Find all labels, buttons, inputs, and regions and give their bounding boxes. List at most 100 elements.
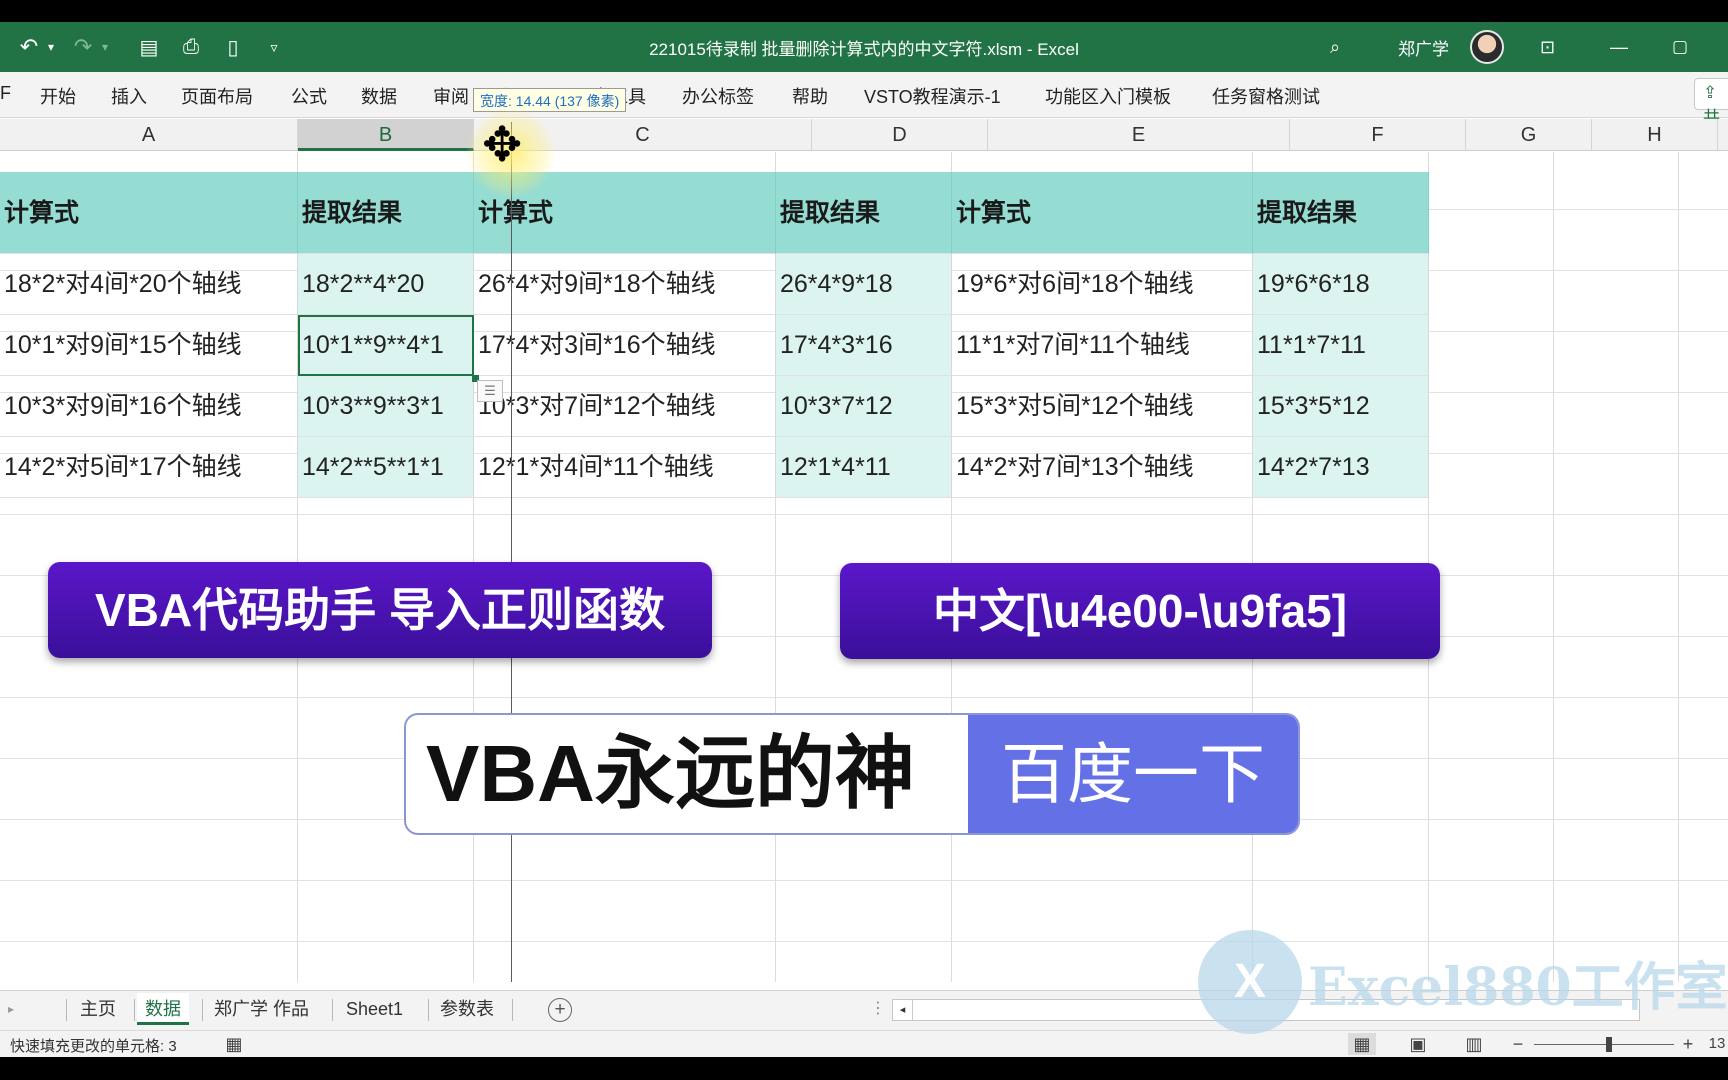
search-icon[interactable]: ⌕ bbox=[1330, 32, 1340, 62]
user-name: 郑广学 bbox=[1398, 39, 1449, 59]
result-cell[interactable]: 19*6*6*18 bbox=[1253, 254, 1429, 315]
divider bbox=[202, 999, 203, 1021]
search-button: 百度一下 bbox=[968, 715, 1298, 833]
result-cell[interactable]: 14*2**5**1*1 bbox=[298, 437, 474, 498]
sheet-tab-params[interactable]: 参数表 bbox=[432, 993, 502, 1025]
column-header-b[interactable]: B bbox=[298, 119, 474, 151]
column-width-tooltip: 宽度: 14.44 (137 像素) bbox=[473, 88, 627, 112]
zoom-slider-track[interactable] bbox=[1534, 1044, 1674, 1045]
split-handle-icon[interactable]: ⋮ bbox=[862, 993, 894, 1025]
sheet-tab-home[interactable]: 主页 bbox=[72, 993, 124, 1025]
redo-icon[interactable]: ↷ bbox=[68, 33, 98, 61]
column-header-e[interactable]: E bbox=[988, 119, 1290, 151]
search-box-overlay: VBA永远的神 百度一下 bbox=[404, 713, 1300, 835]
tab-ribbon-template[interactable]: 功能区入门模板 bbox=[1045, 83, 1171, 109]
result-cell[interactable]: 10*3**9**3*1 bbox=[298, 376, 474, 437]
tab-page-layout[interactable]: 页面布局 bbox=[181, 83, 253, 109]
formula-cell[interactable]: 15*3*对5间*12个轴线 bbox=[952, 376, 1253, 437]
banner-regex: 中文[\u4e00-\u9fa5] bbox=[840, 563, 1440, 659]
maximize-icon[interactable]: ▢ bbox=[1672, 32, 1688, 62]
column-header-a[interactable]: A bbox=[0, 119, 298, 151]
formula-cell[interactable]: 26*4*对9间*18个轴线 bbox=[474, 254, 776, 315]
divider bbox=[512, 999, 513, 1021]
quick-print-icon[interactable]: ⎙ bbox=[176, 33, 206, 61]
formula-cell[interactable]: 18*2*对4间*20个轴线 bbox=[0, 254, 298, 315]
print-preview-icon[interactable]: ▤ bbox=[134, 33, 164, 61]
header-cell[interactable]: 提取结果 bbox=[1253, 172, 1429, 254]
redo-dropdown-icon[interactable]: ▾ bbox=[98, 33, 112, 61]
gridline bbox=[1553, 152, 1554, 982]
title-bar: ↶ ▾ ↷ ▾ ▤ ⎙ ▯ ▿ 221015待录制 批量删除计算式内的中文字符.… bbox=[0, 22, 1728, 72]
tab-help[interactable]: 帮助 bbox=[792, 83, 828, 109]
sheet-tab-works[interactable]: 郑广学 作品 bbox=[206, 993, 317, 1025]
excel-window: ↶ ▾ ↷ ▾ ▤ ⎙ ▯ ▿ 221015待录制 批量删除计算式内的中文字符.… bbox=[0, 22, 1728, 1057]
formula-cell[interactable]: 14*2*对7间*13个轴线 bbox=[952, 437, 1253, 498]
column-headers: A B C D E F G H bbox=[0, 119, 1728, 151]
result-cell[interactable]: 26*4*9*18 bbox=[776, 254, 952, 315]
share-button[interactable]: ⇪ 共 bbox=[1694, 78, 1728, 127]
new-file-icon[interactable]: ▯ bbox=[218, 33, 248, 61]
search-query-text: VBA永远的神 bbox=[426, 729, 915, 818]
result-cell[interactable]: 15*3*5*12 bbox=[1253, 376, 1429, 437]
result-cell[interactable]: 14*2*7*13 bbox=[1253, 437, 1429, 498]
result-cell[interactable]: 18*2**4*20 bbox=[298, 254, 474, 315]
tab-taskpane-test[interactable]: 任务窗格测试 bbox=[1212, 83, 1320, 109]
minimize-icon[interactable]: — bbox=[1610, 32, 1628, 62]
tab-formulas[interactable]: 公式 bbox=[291, 83, 327, 109]
result-cell[interactable]: 17*4*3*16 bbox=[776, 315, 952, 376]
column-resize-cursor: ✥ bbox=[466, 108, 556, 198]
ribbon-tab-file-edge[interactable]: F bbox=[0, 83, 11, 104]
flash-fill-options-icon[interactable]: ☰ bbox=[477, 380, 503, 402]
zoom-slider-thumb[interactable] bbox=[1606, 1037, 1612, 1052]
customize-toolbar-icon[interactable]: ▿ bbox=[262, 33, 286, 61]
column-header-d[interactable]: D bbox=[812, 119, 988, 151]
header-cell[interactable]: 计算式 bbox=[0, 172, 298, 254]
result-cell[interactable]: 10*3*7*12 bbox=[776, 376, 952, 437]
avatar bbox=[1470, 30, 1504, 64]
formula-cell[interactable]: 12*1*对4间*11个轴线 bbox=[474, 437, 776, 498]
add-sheet-icon[interactable]: + bbox=[548, 998, 572, 1022]
tab-review[interactable]: 审阅 bbox=[433, 83, 469, 109]
formula-cell[interactable]: 17*4*对3间*16个轴线 bbox=[474, 315, 776, 376]
column-header-g[interactable]: G bbox=[1466, 119, 1592, 151]
resize-arrows-icon: ✥ bbox=[482, 119, 523, 172]
share-icon: ⇪ bbox=[1703, 83, 1718, 102]
divider bbox=[428, 999, 429, 1021]
header-cell[interactable]: 提取结果 bbox=[776, 172, 952, 254]
formula-cell[interactable]: 10*3*对7间*12个轴线 bbox=[474, 376, 776, 437]
watermark: X Excel880工作室 bbox=[1198, 927, 1728, 1037]
window-title: 221015待录制 批量删除计算式内的中文字符.xlsm - Excel bbox=[649, 40, 1079, 59]
column-header-f[interactable]: F bbox=[1290, 119, 1466, 151]
result-cell[interactable]: 12*1*4*11 bbox=[776, 437, 952, 498]
result-cell[interactable]: 11*1*7*11 bbox=[1253, 315, 1429, 376]
tab-office-tab[interactable]: 办公标签 bbox=[682, 83, 754, 109]
sheet-scroll-left-icon[interactable]: ▸ bbox=[0, 993, 22, 1025]
formula-cell[interactable]: 11*1*对7间*11个轴线 bbox=[952, 315, 1253, 376]
gridline bbox=[1678, 152, 1679, 982]
user-avatar-button[interactable] bbox=[1470, 30, 1504, 64]
formula-cell[interactable]: 10*1*对9间*15个轴线 bbox=[0, 315, 298, 376]
tab-vsto-demo[interactable]: VSTO教程演示-1 bbox=[864, 83, 1001, 109]
scroll-left-icon[interactable]: ◂ bbox=[893, 1000, 913, 1020]
sheet-tab-data[interactable]: 数据 bbox=[137, 993, 189, 1025]
column-header-h[interactable]: H bbox=[1592, 119, 1718, 151]
header-cell[interactable]: 提取结果 bbox=[298, 172, 474, 254]
header-cell[interactable]: 计算式 bbox=[952, 172, 1253, 254]
formula-cell[interactable]: 14*2*对5间*17个轴线 bbox=[0, 437, 298, 498]
tab-data[interactable]: 数据 bbox=[361, 83, 397, 109]
macro-record-icon[interactable]: ▦ bbox=[222, 1033, 246, 1055]
ribbon-display-icon[interactable]: ⊡ bbox=[1540, 32, 1555, 62]
watermark-logo: X bbox=[1198, 930, 1302, 1034]
formula-cell[interactable]: 19*6*对6间*18个轴线 bbox=[952, 254, 1253, 315]
tab-insert[interactable]: 插入 bbox=[111, 83, 147, 109]
tab-home[interactable]: 开始 bbox=[40, 83, 76, 109]
divider bbox=[332, 999, 333, 1021]
sheet-tab-sheet1[interactable]: Sheet1 bbox=[338, 993, 411, 1025]
undo-icon[interactable]: ↶ bbox=[14, 33, 44, 61]
watermark-text: Excel880工作室 bbox=[1308, 956, 1728, 1018]
column-resize-guide bbox=[511, 122, 512, 982]
formula-cell[interactable]: 10*3*对9间*16个轴线 bbox=[0, 376, 298, 437]
undo-dropdown-icon[interactable]: ▾ bbox=[44, 33, 58, 61]
banner-vba-helper: VBA代码助手 导入正则函数 bbox=[48, 562, 712, 658]
active-result-cell[interactable]: 10*1**9**4*1 bbox=[298, 315, 474, 376]
